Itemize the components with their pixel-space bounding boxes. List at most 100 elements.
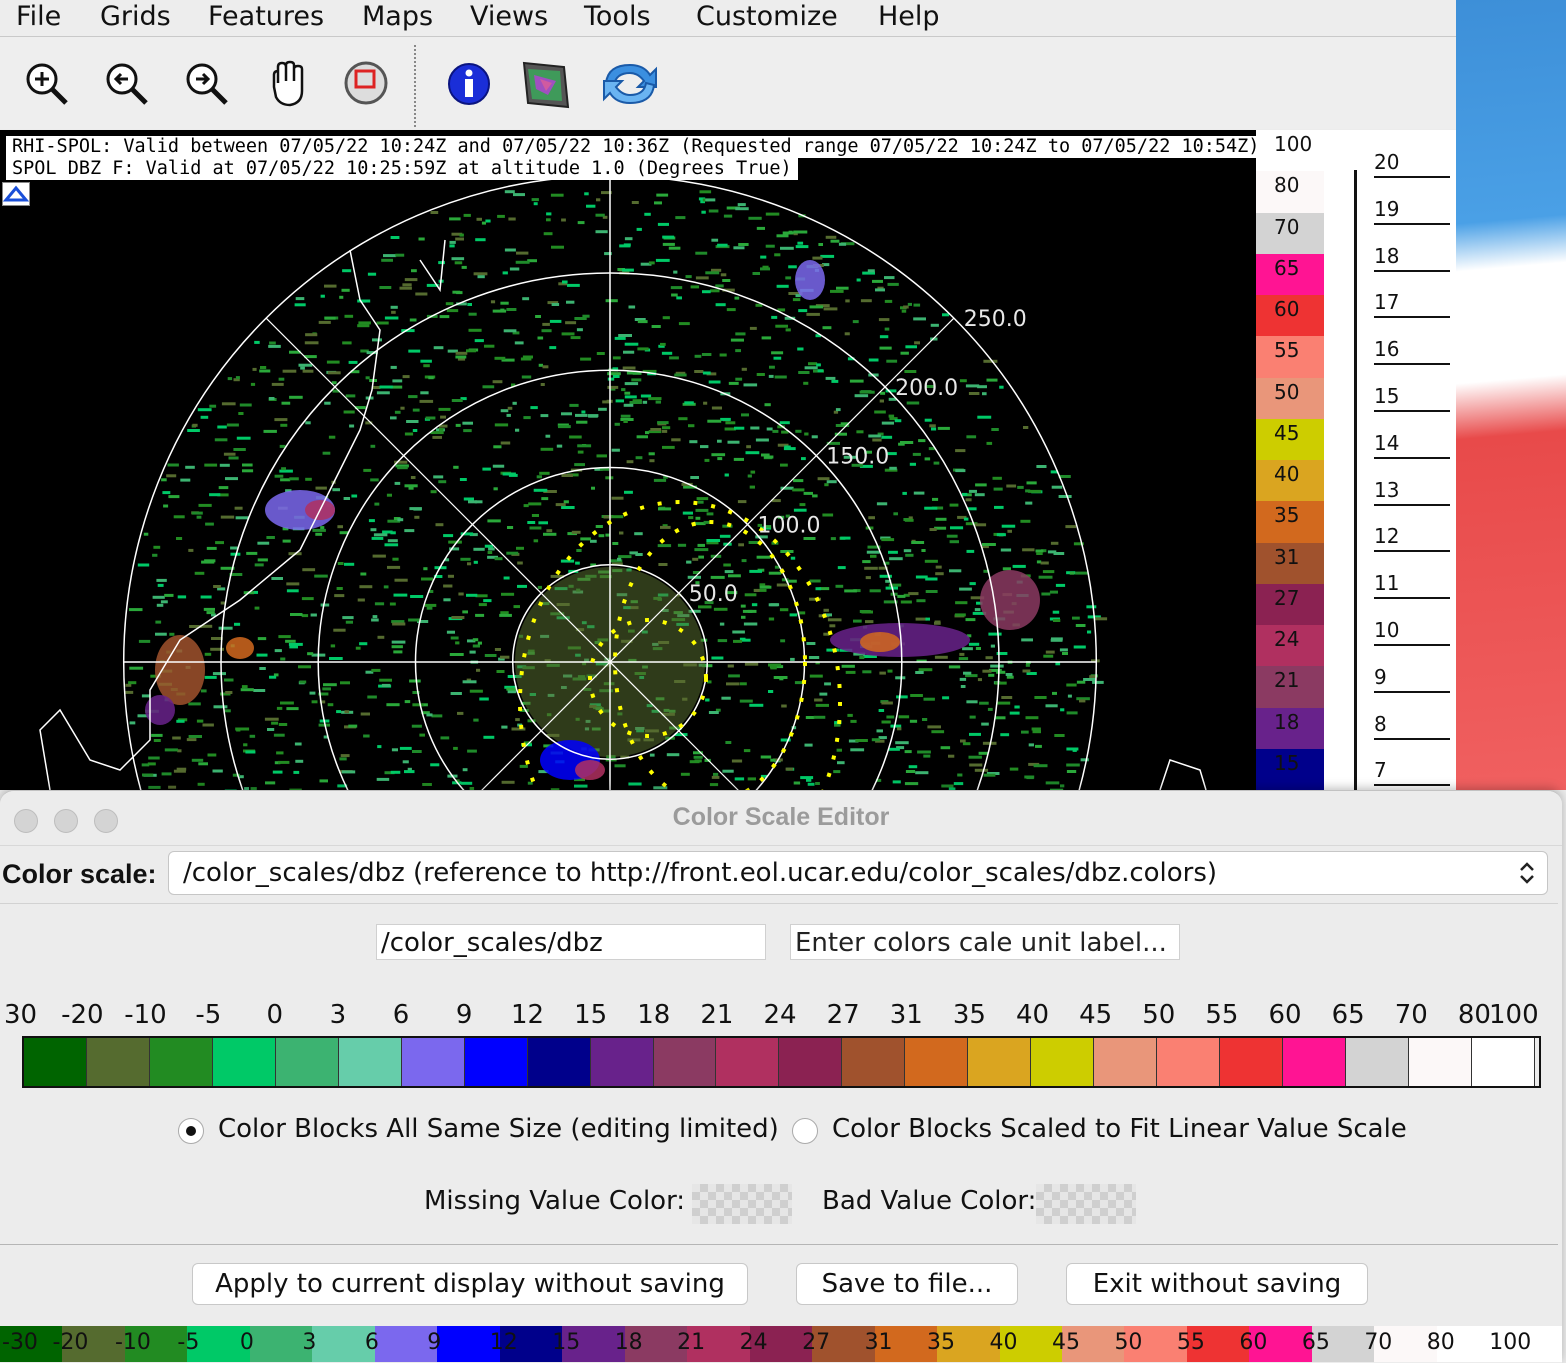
altitude-panel[interactable]: 20 19 18 17 16 15 14 13 12 11 10 9 8 7 <box>1336 130 1456 790</box>
color-swatch[interactable] <box>590 1038 654 1086</box>
missing-value-color-swatch[interactable] <box>692 1184 792 1224</box>
menu-tools[interactable]: Tools <box>584 0 651 36</box>
color-swatch[interactable] <box>527 1038 591 1086</box>
reset-zoom-icon[interactable] <box>340 57 394 111</box>
echo-speckle <box>889 557 903 561</box>
echo-speckle <box>880 391 886 395</box>
echo-speckle <box>282 539 291 543</box>
legend-label: 65 <box>1274 255 1300 280</box>
color-swatch[interactable] <box>1346 1038 1409 1086</box>
color-swatch[interactable] <box>905 1038 969 1086</box>
echo-speckle <box>561 332 575 336</box>
unit-label-field[interactable]: Enter colors cale unit label... <box>790 924 1180 960</box>
echo-speckle <box>191 511 203 515</box>
color-swatch[interactable] <box>1157 1038 1221 1086</box>
color-swatch[interactable] <box>1220 1038 1284 1086</box>
color-swatch[interactable] <box>779 1038 843 1086</box>
zoom-out-icon[interactable] <box>100 57 154 111</box>
menu-help[interactable]: Help <box>878 0 940 36</box>
echo-speckle <box>390 770 401 774</box>
color-swatch[interactable] <box>464 1038 528 1086</box>
echo-speckle <box>177 595 187 599</box>
color-swatch-strip[interactable] <box>22 1036 1541 1088</box>
color-swatch[interactable] <box>24 1038 87 1086</box>
echo-speckle <box>934 655 948 659</box>
layers-icon[interactable] <box>518 57 572 111</box>
echo-speckle <box>909 462 916 466</box>
echo-speckle <box>905 770 916 773</box>
zoom-next-icon[interactable] <box>180 57 234 111</box>
bottom-bar-label: 65 <box>1301 1330 1330 1355</box>
echo-speckle <box>1035 744 1042 748</box>
bottom-bar-label: 70 <box>1364 1330 1393 1355</box>
color-swatch[interactable] <box>401 1038 465 1086</box>
color-swatch[interactable] <box>275 1038 339 1086</box>
color-swatch[interactable] <box>86 1038 150 1086</box>
echo-speckle <box>245 750 256 754</box>
echo-speckle <box>708 209 719 213</box>
echo-speckle <box>546 212 552 216</box>
echo-speckle <box>962 492 968 496</box>
color-swatch[interactable] <box>968 1038 1032 1086</box>
menu-views[interactable]: Views <box>470 0 548 36</box>
missing-value-label: Missing Value Color: <box>424 1186 686 1216</box>
echo-speckle <box>399 286 412 290</box>
echo-speckle <box>800 776 814 780</box>
echo-speckle <box>162 491 171 495</box>
color-swatch[interactable] <box>338 1038 402 1086</box>
echo-speckle <box>960 739 966 743</box>
echo-speckle <box>493 487 498 491</box>
echo-speckle <box>243 743 248 747</box>
zoom-in-icon[interactable] <box>20 57 74 111</box>
radar-display[interactable]: 50.0 100.0 150.0 200.0 250.0 RHI-SPOL: Valid… <box>0 130 1256 790</box>
refresh-icon[interactable] <box>598 57 662 111</box>
apply-button[interactable]: Apply to current display without saving <box>192 1263 748 1305</box>
save-to-file-button[interactable]: Save to file... <box>796 1263 1018 1305</box>
echo-speckle <box>304 341 319 345</box>
echo-speckle <box>357 598 365 602</box>
echo-speckle <box>755 438 769 442</box>
echo-speckle <box>727 664 734 668</box>
color-swatch[interactable] <box>842 1038 906 1086</box>
echo-speckle <box>372 386 381 389</box>
info-icon[interactable] <box>442 57 496 111</box>
echo-speckle <box>720 417 731 421</box>
exit-without-saving-button[interactable]: Exit without saving <box>1066 1263 1368 1305</box>
radio-same-size[interactable] <box>178 1118 204 1144</box>
color-swatch[interactable] <box>212 1038 276 1086</box>
pan-hand-icon[interactable] <box>260 57 314 111</box>
color-swatch[interactable] <box>1408 1038 1472 1086</box>
radio-scaled[interactable] <box>792 1118 818 1144</box>
echo-speckle <box>383 254 397 258</box>
color-swatch[interactable] <box>1283 1038 1347 1086</box>
color-swatch[interactable] <box>716 1038 780 1086</box>
echo-speckle <box>648 452 655 456</box>
echo-speckle <box>605 299 618 303</box>
color-swatch[interactable] <box>653 1038 717 1086</box>
menu-maps[interactable]: Maps <box>362 0 433 36</box>
scale-name-field[interactable]: /color_scales/dbz <box>376 924 766 960</box>
echo-speckle <box>467 749 477 753</box>
legend-label: 50 <box>1274 379 1300 404</box>
echo-speckle <box>298 665 311 669</box>
echo-speckle <box>289 477 299 481</box>
menu-customize[interactable]: Customize <box>696 0 838 36</box>
color-scale-select[interactable]: /color_scales/dbz (reference to http://f… <box>168 851 1548 895</box>
color-swatch[interactable] <box>1031 1038 1095 1086</box>
menu-grids[interactable]: Grids <box>100 0 171 36</box>
echo-speckle <box>300 366 305 370</box>
echo-speckle <box>768 617 775 621</box>
color-swatch[interactable] <box>1471 1038 1535 1086</box>
color-swatch[interactable] <box>1094 1038 1158 1086</box>
echo-speckle <box>1006 675 1014 679</box>
menu-features[interactable]: Features <box>208 0 324 36</box>
echo-speckle <box>835 408 841 412</box>
menu-file[interactable]: File <box>16 0 61 36</box>
home-triangle-icon[interactable] <box>2 182 30 206</box>
echo-speckle <box>176 719 185 723</box>
echo-speckle <box>881 421 894 425</box>
color-swatch[interactable] <box>149 1038 213 1086</box>
echo-speckle <box>711 775 720 779</box>
bad-value-color-swatch[interactable] <box>1036 1184 1136 1224</box>
echo-speckle <box>1066 683 1077 687</box>
